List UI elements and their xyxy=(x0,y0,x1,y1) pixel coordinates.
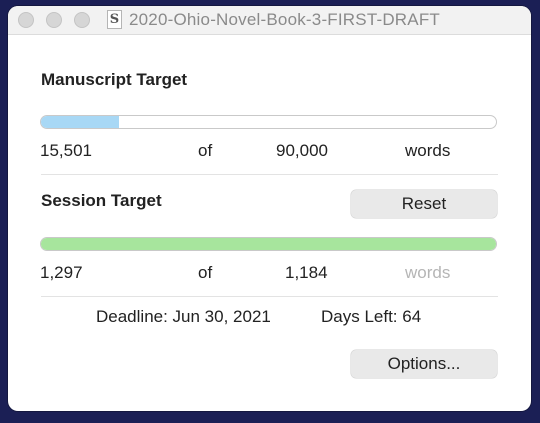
session-target-words[interactable]: 1,184 xyxy=(285,263,328,283)
manuscript-of-label: of xyxy=(198,141,213,160)
zoom-button[interactable] xyxy=(74,12,90,28)
session-unit-label: words xyxy=(405,263,451,282)
session-of-label: of xyxy=(198,263,213,282)
window-title: 2020-Ohio-Novel-Book-3-FIRST-DRAFT xyxy=(129,10,440,29)
close-button[interactable] xyxy=(18,12,34,28)
deadline-label: Deadline: Jun 30, 2021 xyxy=(96,307,271,326)
manuscript-progress-bar xyxy=(40,115,497,129)
manuscript-current-words: 15,501 xyxy=(40,141,92,160)
session-progress-fill xyxy=(41,238,496,250)
manuscript-target-words[interactable]: 90,000 xyxy=(276,141,328,161)
session-targets-window: S 2020-Ohio-Novel-Book-3-FIRST-DRAFT Man… xyxy=(8,6,531,411)
days-left-label: Days Left: 64 xyxy=(321,307,422,326)
reset-button[interactable]: Reset xyxy=(351,190,497,218)
session-target-heading: Session Target xyxy=(41,191,162,210)
session-progress-bar xyxy=(40,237,497,251)
session-current-words: 1,297 xyxy=(40,263,83,282)
title-bar[interactable]: S 2020-Ohio-Novel-Book-3-FIRST-DRAFT xyxy=(8,6,531,35)
manuscript-target-heading: Manuscript Target xyxy=(41,70,188,89)
manuscript-unit-label[interactable]: words xyxy=(405,141,450,161)
document-icon: S xyxy=(107,10,122,29)
options-button[interactable]: Options... xyxy=(351,350,497,378)
minimize-button[interactable] xyxy=(46,12,62,28)
section-divider xyxy=(41,174,498,175)
manuscript-progress-fill xyxy=(41,116,120,128)
section-divider xyxy=(41,296,498,297)
